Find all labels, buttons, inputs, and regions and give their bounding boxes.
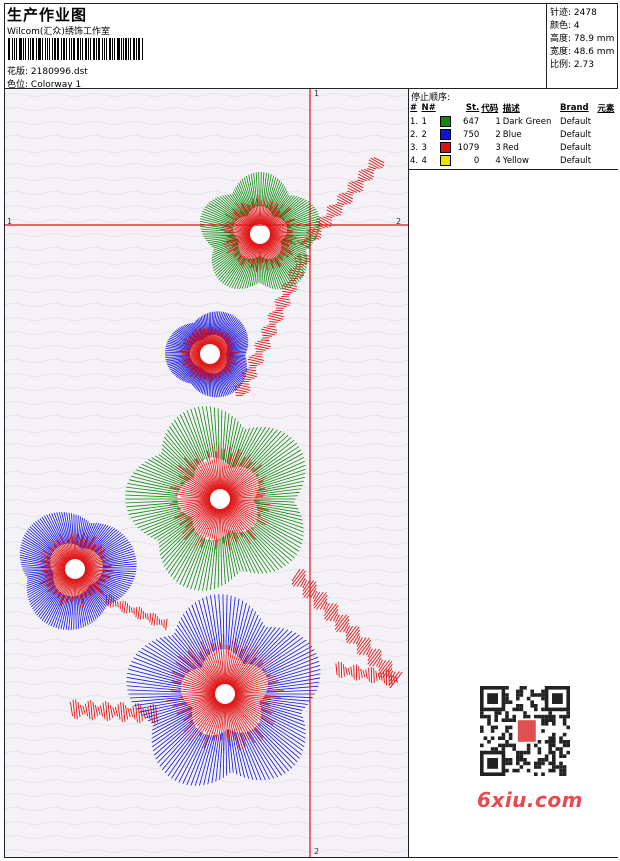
stat-scale: 比例: 2.73 (550, 57, 594, 70)
sheet-title: 生产作业图 (7, 4, 87, 25)
table-row[interactable]: 1. 1 647 1 Dark Green Default (409, 115, 618, 128)
embroidery-canvas[interactable]: 1 2 1 2 (5, 89, 409, 857)
guide-marker-h-right: 2 (396, 217, 401, 226)
color-swatch-icon (440, 142, 451, 153)
color-swatch-icon (440, 129, 451, 140)
guide-marker-v-bottom: 2 (314, 847, 319, 856)
company-name: Wilcom(汇众)绣饰工作室 (7, 24, 110, 37)
col-needle: N# (420, 101, 438, 115)
stop-sequence-table: # N# St. 代码 描述 Brand 元素 1. 1 647 1 Dark … (409, 101, 618, 167)
table-row[interactable]: 4. 4 0 4 Yellow Default (409, 154, 618, 167)
table-row[interactable]: 2. 2 750 2 Blue Default (409, 128, 618, 141)
stat-height: 高度: 78.9 mm (550, 31, 614, 44)
stat-colors: 颜色: 4 (550, 18, 580, 31)
guide-marker-v-top: 1 (314, 89, 319, 98)
stat-width: 宽度: 48.6 mm (550, 44, 614, 57)
col-element: 元素 (596, 101, 618, 115)
color-swatch-icon (440, 116, 451, 127)
color-swatch-icon (440, 155, 451, 166)
design-file: 2180996.dst (31, 67, 88, 77)
stat-stitches: 针迹: 2478 (550, 5, 597, 18)
watermark-logo: 6xiu.com (477, 788, 583, 812)
col-brand: Brand (559, 101, 596, 115)
design-line: 花版: 2180996.dst (7, 64, 88, 77)
qr-code-icon (472, 683, 576, 779)
barcode (8, 38, 144, 60)
header-info: 生产作业图 Wilcom(汇众)绣饰工作室 花版: 2180996.dst 色位… (4, 3, 547, 89)
col-description: 描述 (502, 101, 559, 115)
embroidery-design (5, 89, 409, 857)
col-swatch (439, 101, 454, 115)
table-row[interactable]: 3. 3 1079 3 Red Default (409, 141, 618, 154)
table-header-row: # N# St. 代码 描述 Brand 元素 (409, 101, 618, 115)
col-stitches: St. (454, 101, 481, 115)
guide-marker-h-left: 1 (7, 217, 12, 226)
col-code: 代码 (480, 101, 502, 115)
stats-panel: 针迹: 2478 颜色: 4 高度: 78.9 mm 宽度: 48.6 mm 比… (547, 3, 618, 89)
panel-divider (409, 169, 618, 170)
design-label: 花版: (7, 67, 31, 77)
col-index: # (409, 101, 420, 115)
